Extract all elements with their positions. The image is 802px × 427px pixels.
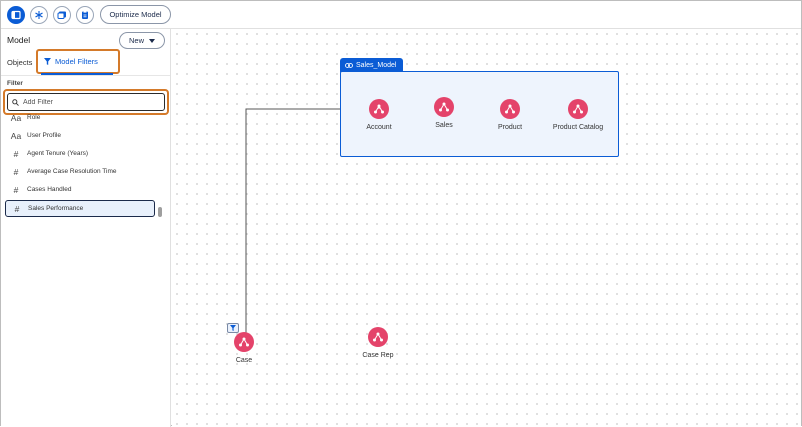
chevron-down-icon [149,38,155,43]
list-item-label: Role [27,114,41,121]
list-item-label: User Profile [27,132,61,139]
node-case-rep[interactable]: Case Rep [362,327,394,359]
filter-label: Filter [7,80,23,87]
panel-toggle-button[interactable] [7,6,25,24]
object-icon [434,97,454,117]
node-product-catalog[interactable]: Product Catalog [553,99,603,131]
list-item-role[interactable]: Aa Role [5,113,155,126]
object-icon [368,327,388,347]
snowflake-button[interactable] [30,6,48,24]
number-field-icon: # [14,203,20,214]
list-item-label: Cases Handled [27,186,72,193]
tab-divider [1,75,170,76]
object-icon [568,99,588,119]
number-field-icon: # [13,166,19,177]
node-label: Product Catalog [552,124,604,131]
search-highlight [3,89,169,115]
node-label: Product [497,124,523,131]
node-label: Sales [435,122,453,129]
new-button-label: New [128,36,144,45]
text-field-icon: Aa [10,130,22,141]
search-icon [12,98,19,106]
text-field-icon: Aa [10,113,22,123]
new-button[interactable]: New [119,32,165,49]
filter-icon [44,58,51,65]
node-case[interactable]: Case [234,332,254,364]
optimize-model-button[interactable]: Optimize Model [100,5,171,24]
field-list: Aa Role Aa User Profile # Agent Tenure (… [5,113,163,221]
node-label: Account [366,124,392,131]
link-icon [345,62,353,68]
top-toolbar: Optimize Model [1,1,801,29]
filter-icon [230,325,236,331]
number-field-icon: # [13,148,19,159]
node-label: Case [235,357,253,364]
list-item-label: Agent Tenure (Years) [27,150,89,157]
model-canvas[interactable]: Sales_Model Account Sales Product Produc… [172,29,801,426]
list-item-sales-performance[interactable]: # Sales Performance [5,200,155,217]
list-item-cases-handled[interactable]: # Cases Handled [5,181,155,198]
image-icon [57,11,66,19]
sales-model-name: Sales_Model [356,61,397,69]
object-icon [369,99,389,119]
node-label: Case Rep [362,352,394,359]
object-icon [500,99,520,119]
image-button[interactable] [53,6,71,24]
tab-model-filters-label: Model Filters [55,57,98,66]
list-item-label: Sales Performance [28,205,84,212]
model-panel: Model New Objects Model Filters Filter A… [1,29,171,427]
node-sales[interactable]: Sales [434,97,454,129]
node-account[interactable]: Account [366,99,392,131]
list-scrollbar[interactable] [158,207,162,217]
tab-model-filters-highlight: Model Filters [36,49,120,74]
list-item-label: Average Case Resolution Time [27,168,117,175]
list-item-user-profile[interactable]: Aa User Profile [5,127,155,144]
tab-objects[interactable]: Objects [7,58,32,67]
panel-title: Model [7,35,31,45]
clipboard-button[interactable] [76,6,94,24]
clipboard-icon [82,11,88,19]
list-item-agent-tenure[interactable]: # Agent Tenure (Years) [5,145,155,162]
panel-icon [11,10,21,20]
tab-model-filters[interactable]: Model Filters [44,57,98,66]
snowflake-icon [35,11,43,19]
add-filter-input[interactable] [23,98,143,106]
search-box [7,93,165,111]
number-field-icon: # [13,184,19,195]
object-icon [234,332,254,352]
list-item-average-case-resolution-time[interactable]: # Average Case Resolution Time [5,163,155,180]
sales-model-header[interactable]: Sales_Model [340,58,403,72]
node-product[interactable]: Product [498,99,522,131]
